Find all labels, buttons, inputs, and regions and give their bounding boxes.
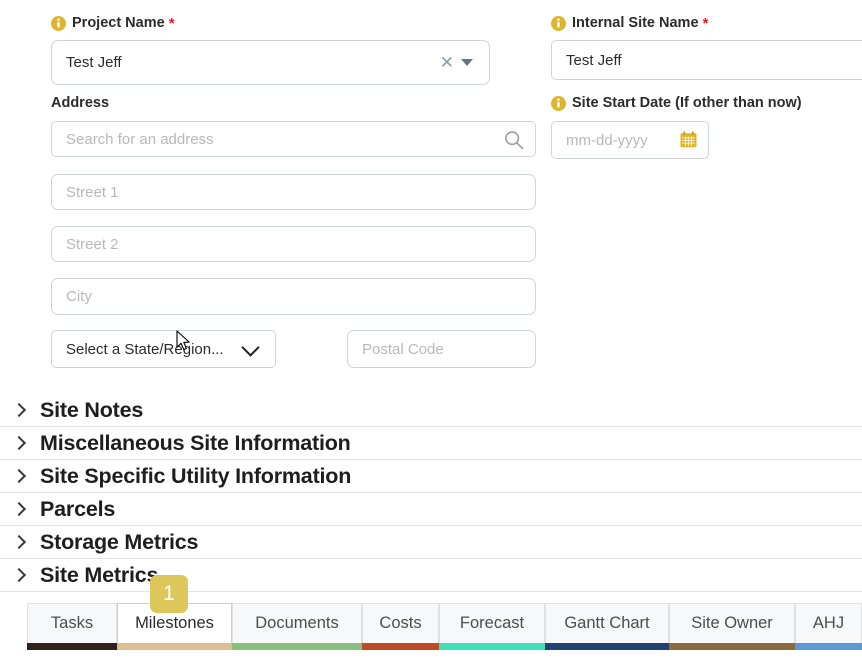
address-search-wrapper xyxy=(51,121,536,157)
tab-tasks[interactable]: Tasks xyxy=(27,603,117,643)
chevron-right-icon xyxy=(11,435,27,451)
city-input[interactable] xyxy=(51,278,536,315)
project-name-value: Test Jeff xyxy=(66,54,122,71)
internal-site-name-label: Internal Site Name * xyxy=(551,16,708,31)
milestones-count-badge: 1 xyxy=(150,575,188,613)
tab-underline xyxy=(232,643,362,650)
accordion-section-header[interactable]: Storage Metrics xyxy=(0,526,862,559)
tab-underline xyxy=(27,643,117,650)
street1-input[interactable] xyxy=(51,174,536,210)
tab-underline xyxy=(545,643,669,650)
chevron-right-icon xyxy=(11,402,27,418)
tab-underline xyxy=(117,643,232,650)
project-name-label-text: Project Name xyxy=(72,15,165,32)
tab-documents[interactable]: Documents xyxy=(232,603,362,643)
site-details-form: Project Name * Test Jeff ✕ Address Selec… xyxy=(0,0,862,392)
project-name-combobox[interactable]: Test Jeff ✕ xyxy=(51,40,490,85)
info-icon xyxy=(551,16,566,31)
accordion-section-header[interactable]: Site Metrics xyxy=(0,559,862,592)
chevron-down-icon[interactable] xyxy=(461,59,473,66)
tab-underline xyxy=(439,643,545,650)
accordion-section-title: Miscellaneous Site Information xyxy=(40,430,351,455)
accordion-sections: Site Notes Miscellaneous Site Information… xyxy=(0,394,862,592)
accordion-section-header[interactable]: Site Specific Utility Information xyxy=(0,460,862,493)
site-start-date-label: Site Start Date (If other than now) xyxy=(551,96,802,111)
chevron-right-icon xyxy=(11,534,27,550)
site-start-date-wrapper xyxy=(551,121,709,159)
tab-gantt-chart[interactable]: Gantt Chart xyxy=(545,603,669,643)
address-search-input[interactable] xyxy=(51,121,536,157)
chevron-right-icon xyxy=(11,501,27,517)
state-region-selected-value: Select a State/Region... xyxy=(66,340,224,358)
tab-bar: 1 Tasks Milestones Documents Costs Forecast G… xyxy=(0,575,862,670)
state-region-select[interactable]: Select a State/Region... xyxy=(51,330,276,368)
address-label: Address xyxy=(51,96,109,111)
tab-ahj[interactable]: AHJ xyxy=(795,603,862,643)
clear-icon[interactable]: ✕ xyxy=(433,54,461,71)
accordion-section-title: Site Specific Utility Information xyxy=(40,463,352,488)
accordion-section-header[interactable]: Parcels xyxy=(0,493,862,526)
accordion-section-header[interactable]: Site Notes xyxy=(0,394,862,427)
site-start-date-label-text: Site Start Date (If other than now) xyxy=(572,95,802,112)
chevron-right-icon xyxy=(11,468,27,484)
chevron-right-icon xyxy=(11,567,27,583)
chevron-down-icon xyxy=(241,337,260,357)
required-marker: * xyxy=(168,15,175,32)
accordion-section-title: Parcels xyxy=(40,496,116,521)
accordion-section-title: Site Metrics xyxy=(40,562,159,587)
accordion-section-title: Storage Metrics xyxy=(40,529,199,554)
tab-underline xyxy=(795,643,862,650)
tab-site-owner[interactable]: Site Owner xyxy=(669,603,795,643)
required-marker: * xyxy=(702,15,709,32)
address-label-text: Address xyxy=(51,95,110,111)
project-name-label: Project Name * xyxy=(51,16,175,31)
info-icon xyxy=(51,16,66,31)
site-start-date-input[interactable] xyxy=(551,121,709,159)
internal-site-name-input[interactable] xyxy=(551,40,862,80)
accordion-section-title: Site Notes xyxy=(40,397,144,422)
tab-underline xyxy=(669,643,795,650)
street2-input[interactable] xyxy=(51,226,536,262)
tab-forecast[interactable]: Forecast xyxy=(439,603,545,643)
accordion-section-header[interactable]: Miscellaneous Site Information xyxy=(0,427,862,460)
tab-costs[interactable]: Costs xyxy=(362,603,439,643)
internal-site-name-label-text: Internal Site Name xyxy=(572,15,699,32)
postal-code-input[interactable] xyxy=(347,330,536,368)
info-icon xyxy=(551,96,566,111)
tab-underline xyxy=(362,643,439,650)
